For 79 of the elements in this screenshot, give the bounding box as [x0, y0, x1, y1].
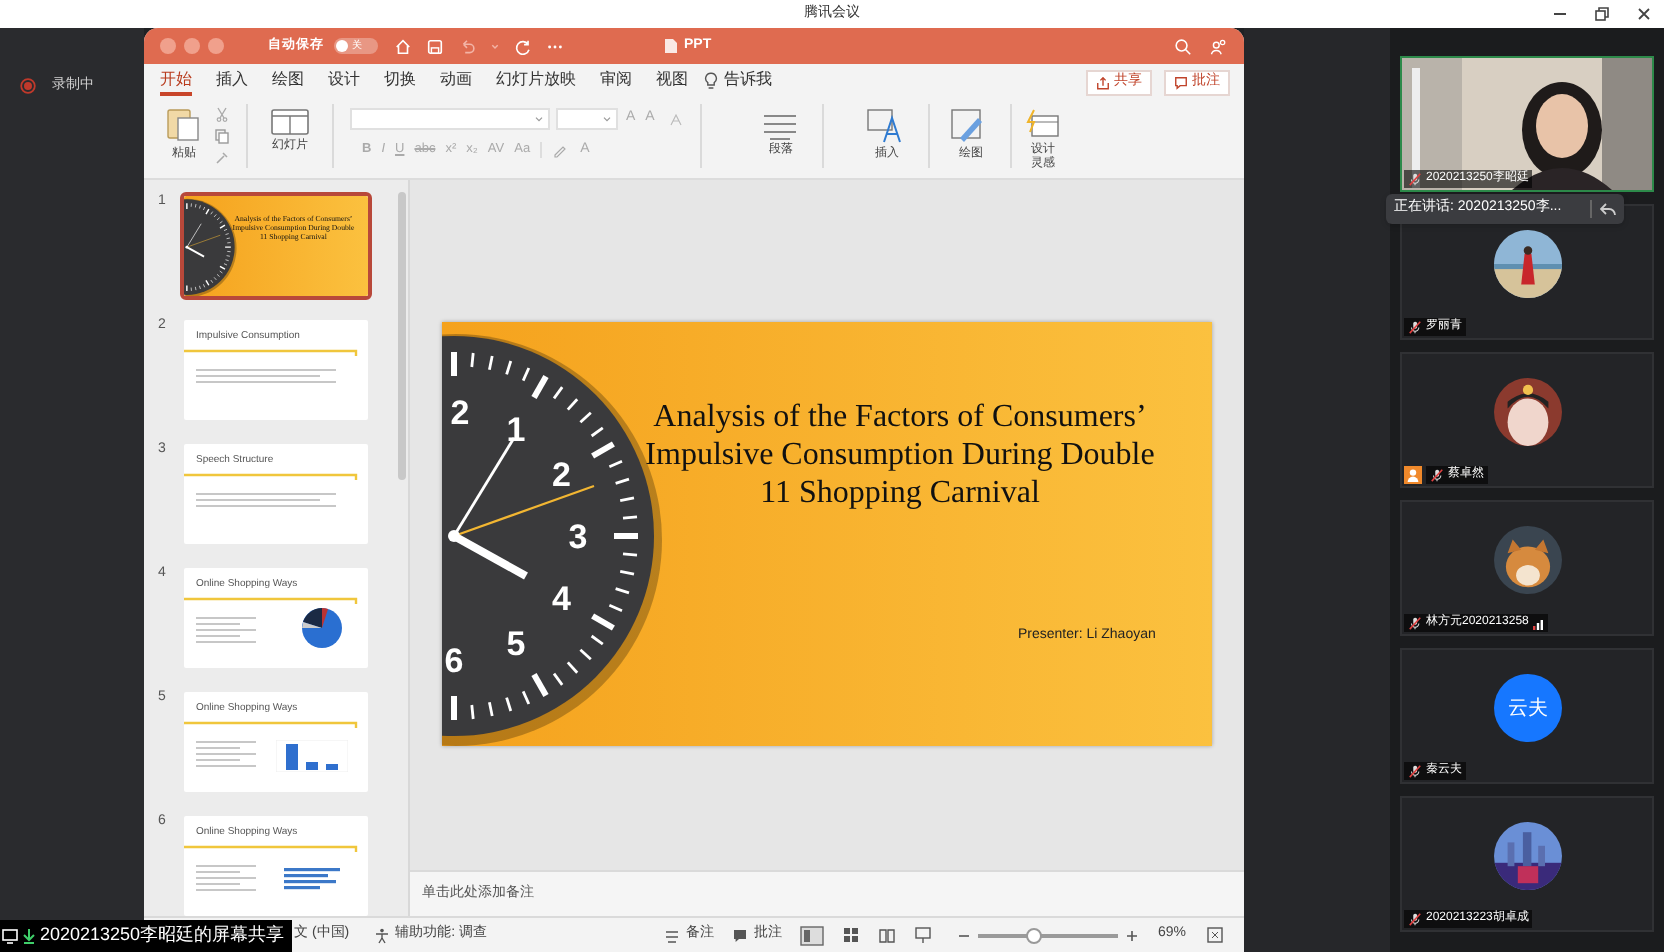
- copy-icon[interactable]: [214, 128, 230, 144]
- restore-icon[interactable]: [1594, 6, 1610, 22]
- save-icon[interactable]: [426, 37, 444, 55]
- pie-chart-drawing: [300, 606, 344, 650]
- ribbon-tab[interactable]: 审阅: [600, 70, 632, 96]
- font-size-field[interactable]: [556, 108, 618, 130]
- clock-number: 6: [444, 642, 464, 680]
- comment-icon: [1174, 76, 1188, 90]
- bullet-text-drawing: [196, 740, 256, 770]
- reading-view-icon[interactable]: [877, 926, 896, 944]
- clock-number: 2: [551, 456, 571, 494]
- host-icon: [1404, 466, 1422, 484]
- screen-share-icon: [2, 928, 18, 944]
- clipboard-icon: [164, 104, 204, 144]
- redo-icon[interactable]: [514, 37, 532, 55]
- microphone-muted-icon: [1408, 764, 1422, 778]
- search-icon[interactable]: [1174, 37, 1192, 55]
- normal-view-icon[interactable]: [799, 925, 824, 945]
- slideshow-icon[interactable]: [913, 926, 932, 944]
- ribbon-tab[interactable]: 幻灯片放映: [496, 70, 576, 96]
- microphone-muted-icon: [1408, 172, 1422, 186]
- zoom-in-icon[interactable]: [1125, 929, 1138, 941]
- people-icon[interactable]: [1210, 37, 1228, 55]
- lightbulb-icon: [704, 71, 718, 89]
- microphone-muted-icon: [1430, 468, 1444, 482]
- ribbon-tab[interactable]: 动画: [440, 70, 472, 96]
- scissors-icon[interactable]: [214, 106, 230, 122]
- fit-window-icon[interactable]: [1206, 926, 1224, 944]
- home-icon[interactable]: [394, 37, 412, 55]
- document-icon: [664, 38, 678, 54]
- signal-icon: [1532, 617, 1545, 629]
- font-name-field[interactable]: [350, 108, 550, 130]
- clock-number: 1: [506, 410, 526, 449]
- textbox-icon: [866, 108, 907, 144]
- tell-me-button[interactable]: 告诉我: [724, 70, 772, 90]
- ribbon-tab[interactable]: 绘图: [272, 70, 304, 96]
- slider-thumb[interactable]: [1025, 927, 1042, 943]
- bullet-text-drawing: [196, 864, 256, 894]
- window-dot-icon[interactable]: [184, 38, 200, 54]
- highlighter-icon[interactable]: [552, 142, 571, 159]
- notes-icon: [663, 927, 680, 943]
- accessibility-icon: [373, 927, 390, 943]
- caret-icon: [534, 114, 544, 124]
- window-dot-icon[interactable]: [208, 38, 224, 54]
- close-icon[interactable]: [1636, 6, 1652, 22]
- ribbon-tab[interactable]: 切换: [384, 70, 416, 96]
- ribbon-tab[interactable]: 插入: [216, 70, 248, 96]
- recording-icon: [20, 78, 36, 95]
- ribbon-tab[interactable]: 设计: [328, 70, 360, 96]
- bullet-text-drawing: [196, 616, 256, 646]
- undo-icon[interactable]: [458, 37, 476, 55]
- share-banner-text: 2020213250李昭廷的屏幕共享: [40, 922, 285, 949]
- microphone-muted-icon: [1408, 616, 1422, 630]
- bar-chart-drawing: [276, 740, 348, 772]
- clock-number: 4: [551, 580, 571, 618]
- align-lines-icon: [762, 112, 799, 140]
- clock-number: 5: [506, 625, 526, 664]
- comment-icon: [731, 927, 748, 943]
- caret-icon: [602, 114, 612, 124]
- ribbon-tab[interactable]: 开始: [160, 70, 192, 96]
- zoom-out-icon[interactable]: [957, 929, 970, 941]
- microphone-muted-icon: [1408, 912, 1422, 926]
- avatar-initials: 云夫: [1494, 674, 1562, 742]
- ribbon-tab[interactable]: 视图: [656, 70, 688, 96]
- bullet-text-drawing: [196, 492, 336, 510]
- bullet-text-drawing: [196, 368, 336, 386]
- format-brush-icon[interactable]: [214, 150, 230, 166]
- microphone-muted-icon: [1408, 320, 1422, 334]
- grid-view-icon[interactable]: [841, 926, 860, 944]
- slide-title: Analysis of the Factors of Consumers’ Impulsive Consumption During Double 11 Shopping Carnival: [643, 398, 1157, 512]
- share-icon: [1096, 76, 1110, 90]
- download-arrow-icon: [22, 928, 36, 944]
- clock-drawing: [184, 198, 237, 296]
- slide-layout-icon: [270, 108, 310, 136]
- design-ideas-icon: [1024, 108, 1061, 140]
- clock-number: 2: [450, 394, 470, 432]
- clock-number: 3: [568, 518, 588, 556]
- window-dot-icon[interactable]: [160, 38, 176, 54]
- reply-arrow-icon[interactable]: [1600, 201, 1616, 217]
